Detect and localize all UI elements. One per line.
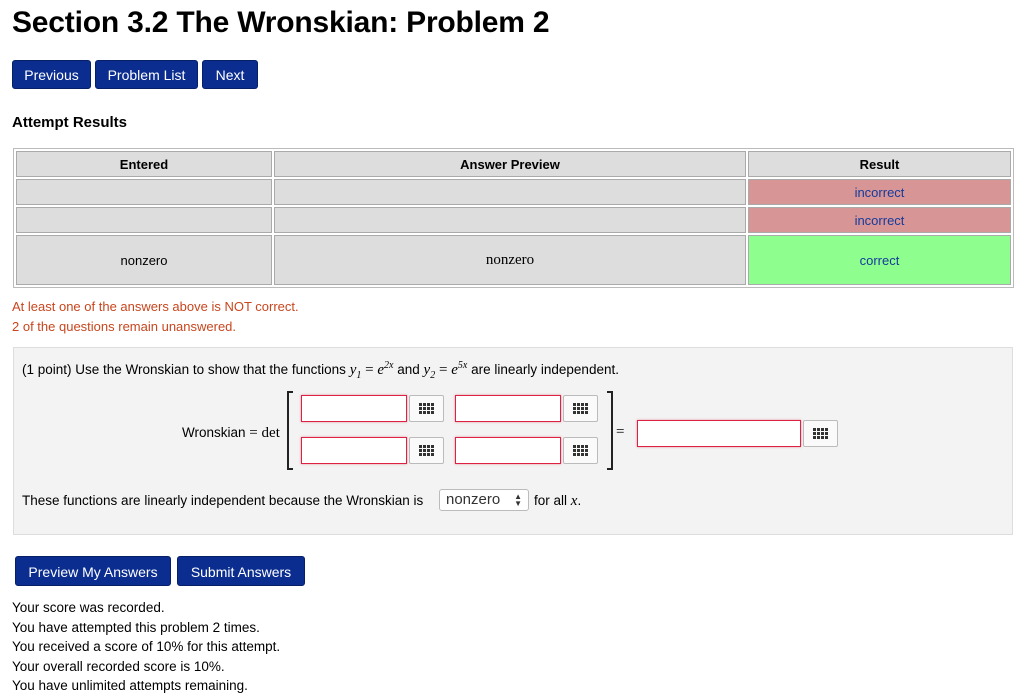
matrix-input-2-1[interactable] [301,437,407,464]
matrix-input-1-2[interactable] [455,395,561,422]
entered-cell [16,207,272,233]
results-header-row: Entered Answer Preview Result [16,151,1011,177]
matrix-left-bracket [287,391,293,470]
unanswered-message: 2 of the questions remain unanswered. [12,319,237,334]
header-entered: Entered [16,151,272,177]
preview-cell [274,207,746,233]
problem-list-button[interactable]: Problem List [95,60,198,89]
problem-intro: (1 point) Use the Wronskian to show that… [22,362,346,377]
preview-answers-button[interactable]: Preview My Answers [15,556,171,586]
next-button[interactable]: Next [202,60,258,89]
score-line: You have attempted this problem 2 times. [12,620,260,635]
select-value: nonzero [446,491,501,508]
conclusion-text: These functions are linearly independent… [22,493,424,508]
table-row: incorrect [16,207,1011,233]
equation-editor-icon[interactable] [563,395,598,422]
y2-symbol: y2 [423,362,436,381]
submit-answers-button[interactable]: Submit Answers [177,556,305,586]
wronskian-result-input[interactable] [637,420,801,447]
equation-editor-icon[interactable] [409,395,444,422]
preview-cell [274,179,746,205]
problem-intro-end: are linearly independent. [471,362,619,377]
score-line: Your overall recorded score is 10%. [12,659,225,674]
header-result: Result [748,151,1011,177]
results-table: Entered Answer Preview Result incorrect … [13,148,1014,288]
updown-arrows-icon: ▲ ▼ [514,492,522,508]
equation-editor-icon[interactable] [409,437,444,464]
header-answer-preview: Answer Preview [274,151,746,177]
attempt-results-title: Attempt Results [12,114,128,131]
result-cell-correct: correct [748,235,1011,285]
equals-sign: = [438,362,448,378]
table-row: nonzero nonzero correct [16,235,1011,285]
wronskian-label: Wronskian = det [182,425,280,441]
equation-editor-icon[interactable] [563,437,598,464]
matrix-input-1-1[interactable] [301,395,407,422]
not-correct-message: At least one of the answers above is NOT… [12,299,299,314]
conclusion-end: for all x. [534,493,582,509]
matrix-right-bracket [607,391,613,470]
independence-select[interactable]: nonzero ▲ ▼ [439,489,529,511]
score-line: You received a score of 10% for this att… [12,639,281,654]
entered-cell: nonzero [16,235,272,285]
matrix-input-2-2[interactable] [455,437,561,464]
exp-e: e5x [451,360,468,378]
and-word: and [397,362,420,377]
problem-statement: (1 point) Use the Wronskian to show that… [22,360,619,381]
page-title: Section 3.2 The Wronskian: Problem 2 [12,6,550,39]
entered-cell [16,179,272,205]
exp-e: e2x [377,360,394,378]
result-cell-incorrect: incorrect [748,207,1011,233]
result-cell-incorrect: incorrect [748,179,1011,205]
equation-editor-icon[interactable] [803,420,838,447]
preview-cell: nonzero [274,235,746,285]
score-line: You have unlimited attempts remaining. [12,678,248,693]
equals-sign: = [365,362,374,378]
table-row: incorrect [16,179,1011,205]
y1-symbol: y1 [349,362,362,381]
previous-button[interactable]: Previous [12,60,91,89]
score-line: Your score was recorded. [12,600,165,615]
determinant-equals: = [616,424,625,440]
